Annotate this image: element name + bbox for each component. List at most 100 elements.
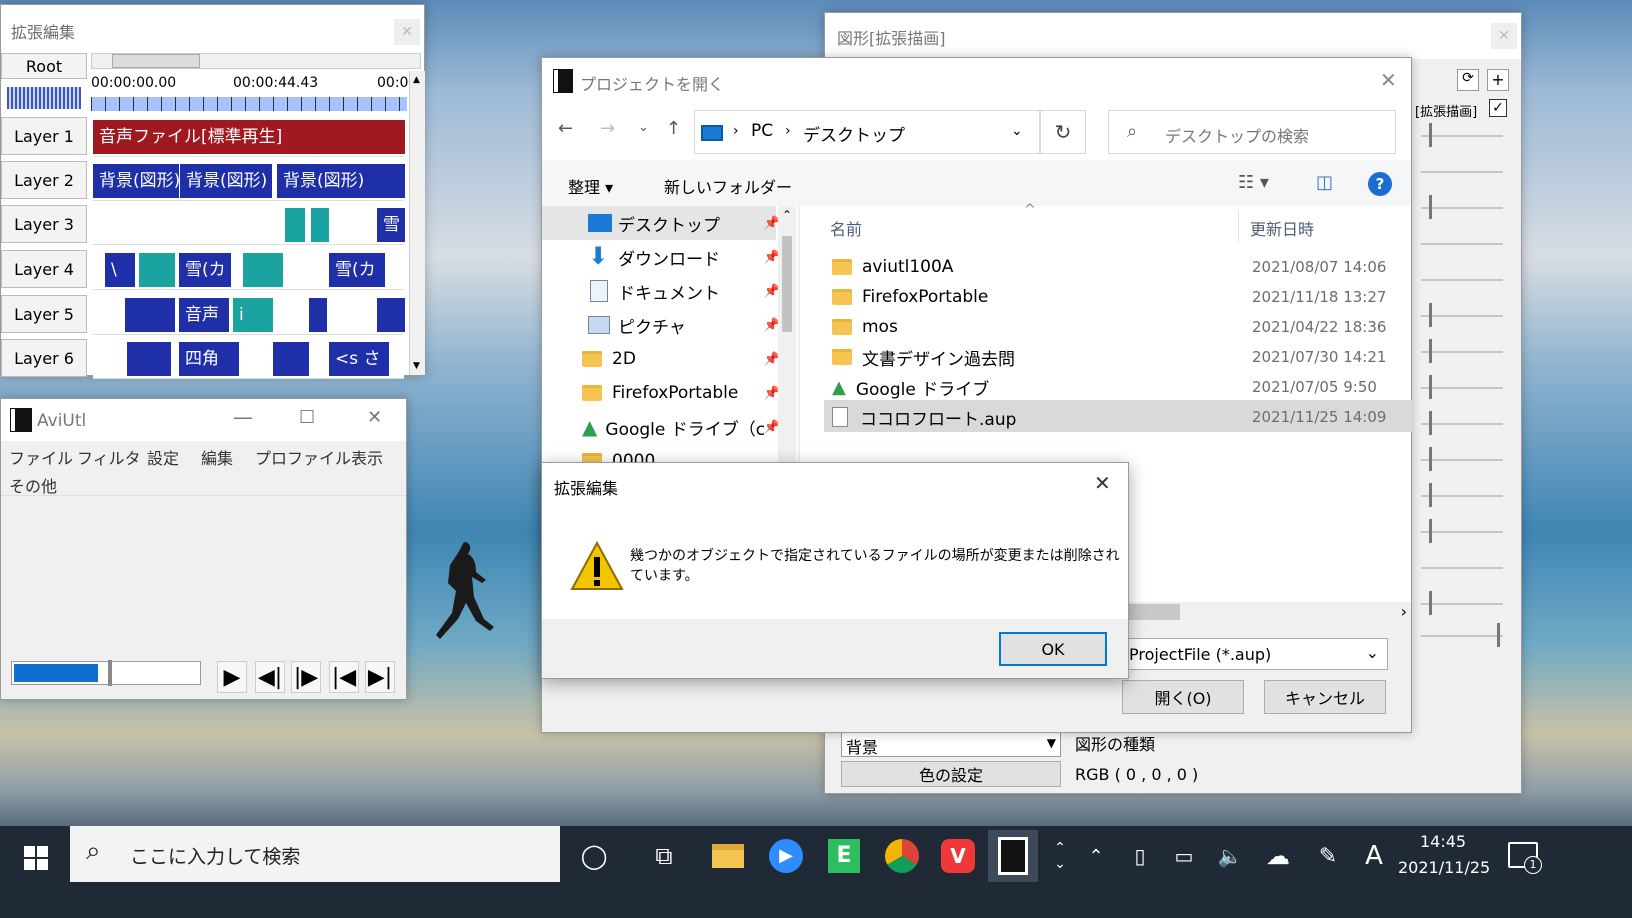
scroll-thumb[interactable] [112, 54, 200, 68]
clip-bg-1[interactable]: 背景(図形) [93, 164, 179, 198]
battery-icon[interactable]: ▭ [1164, 836, 1204, 876]
slider-knob[interactable] [1429, 411, 1432, 435]
scroll-up-arrow-icon[interactable]: ▲ [413, 75, 420, 85]
file-explorer-icon[interactable] [708, 836, 748, 876]
clip-6a[interactable] [127, 342, 171, 376]
next-frame-button[interactable]: |▶ [291, 661, 321, 693]
go-start-button[interactable]: |◀ [329, 661, 359, 693]
organize-button[interactable]: 整理 ▾ [568, 174, 613, 198]
preview-pane-icon[interactable]: ◫ [1316, 172, 1333, 193]
layer-button-2[interactable]: Layer 2 [1, 161, 87, 199]
clip-6b[interactable] [273, 342, 309, 376]
clip-5a[interactable] [125, 298, 175, 332]
clip-bg-2[interactable]: 背景(図形) [180, 164, 272, 198]
menu-view[interactable]: 表示 [351, 445, 383, 469]
start-button[interactable] [12, 836, 60, 880]
history-chevron-icon[interactable]: ⌄ [638, 120, 649, 135]
nav-item-downloads[interactable]: ⬇ ダウンロード [582, 240, 720, 274]
param-slider[interactable] [1421, 135, 1503, 137]
taskbar-search[interactable]: ⌕ ここに入力して検索 [70, 826, 560, 882]
nav-item-0000[interactable]: 0000 [582, 444, 655, 464]
clip-snow-3[interactable]: 雪 [377, 208, 405, 242]
file-list-hscroll[interactable]: › [1128, 602, 1411, 622]
param-slider[interactable] [1421, 387, 1503, 389]
layer-button-1[interactable]: Layer 1 [1, 117, 87, 155]
zoom-icon[interactable]: ▶ [766, 836, 806, 876]
close-button[interactable]: ✕ [1491, 23, 1517, 49]
go-end-button[interactable]: ▶| [365, 661, 395, 693]
clip-snow-4a[interactable]: 雪(カ [179, 253, 231, 287]
cortana-icon[interactable]: ◯ [574, 836, 614, 876]
breadcrumb-pc[interactable]: PC [751, 121, 773, 141]
slider-knob[interactable] [1429, 123, 1432, 147]
new-folder-button[interactable]: 新しいフォルダー [664, 174, 792, 198]
param-slider[interactable] [1421, 531, 1503, 533]
up-arrow-icon[interactable]: ↑ [666, 118, 681, 139]
scroll-thumb[interactable] [1128, 604, 1180, 620]
nav-scrollbar[interactable]: ⌃ [778, 206, 796, 464]
param-slider[interactable] [1421, 207, 1503, 209]
aviutl-taskbar-icon[interactable] [988, 830, 1038, 882]
tray-chevron-icon[interactable]: ⌃ [1076, 836, 1116, 876]
param-slider[interactable] [1421, 315, 1503, 317]
add-icon[interactable]: + [1487, 69, 1509, 91]
cancel-button[interactable]: キャンセル [1264, 680, 1386, 714]
scroll-down-arrow-icon[interactable]: ▼ [413, 361, 420, 371]
clip-teal-4a[interactable] [139, 253, 175, 287]
scroll-thumb[interactable] [782, 236, 792, 332]
slider-knob[interactable] [1429, 591, 1432, 615]
column-divider[interactable] [1238, 210, 1239, 242]
clip-s[interactable]: <s さ [329, 342, 389, 376]
onedrive-icon[interactable]: ☁ [1258, 836, 1298, 876]
timeline-ruler[interactable]: 00:00:00.00 00:00:44.43 00:0 [91, 71, 408, 117]
clip-v[interactable]: \ [105, 253, 135, 287]
layer-button-6[interactable]: Layer 6 [1, 339, 87, 377]
close-icon[interactable]: ✕ [1380, 68, 1397, 92]
file-type-select[interactable]: ProjectFile (*.aup) ⌄ [1126, 638, 1388, 670]
horizontal-scrollbar[interactable] [91, 53, 421, 69]
task-view-icon[interactable]: ⧉ [644, 836, 684, 876]
clip-teal-4b[interactable] [243, 253, 283, 287]
clip-snow-4b[interactable]: 雪(カ [329, 253, 385, 287]
help-icon[interactable]: ? [1368, 172, 1392, 196]
ext-draw-checkbox[interactable]: ✓ [1489, 99, 1507, 117]
slider-knob[interactable] [1429, 447, 1432, 471]
root-button[interactable]: Root [1, 53, 87, 79]
open-button[interactable]: 開く(O) [1122, 680, 1244, 714]
param-slider[interactable] [1421, 171, 1503, 173]
scroll-right-arrow-icon[interactable]: › [1401, 602, 1407, 621]
scroll-up-arrow-icon[interactable]: ⌃ [782, 208, 792, 222]
nav-item-firefox[interactable]: FirefoxPortable [582, 376, 738, 410]
param-slider[interactable] [1421, 635, 1503, 637]
menu-file[interactable]: ファイル [9, 445, 73, 469]
clip-5d[interactable] [377, 298, 405, 332]
evernote-icon[interactable]: E [824, 836, 864, 876]
slider-knob[interactable] [1429, 195, 1432, 219]
slider-knob[interactable] [1497, 623, 1500, 647]
breadcrumb-desktop[interactable]: デスクトップ [803, 121, 905, 146]
vivaldi-icon[interactable]: V [938, 836, 978, 876]
slider-knob[interactable] [1429, 303, 1432, 327]
layer-button-5[interactable]: Layer 5 [1, 295, 87, 333]
prev-frame-button[interactable]: ◀| [255, 661, 285, 693]
back-arrow-icon[interactable]: ← [558, 118, 573, 139]
ime-indicator[interactable]: A [1354, 836, 1394, 876]
clip-5b[interactable]: i [233, 298, 273, 332]
nav-item-gdrive[interactable]: ▲ Google ドライブ（c [582, 410, 765, 444]
clip-square[interactable]: 四角 [179, 342, 239, 376]
param-slider[interactable] [1421, 567, 1503, 569]
param-slider[interactable] [1421, 423, 1503, 425]
param-slider[interactable] [1421, 495, 1503, 497]
clip-5c[interactable] [309, 298, 327, 332]
slider-knob[interactable] [1429, 519, 1432, 543]
column-header-name[interactable]: 名前 [830, 216, 862, 240]
param-slider[interactable] [1421, 351, 1503, 353]
clip-small-a[interactable] [285, 208, 305, 242]
file-row[interactable]: 文書デザイン過去問 2021/07/30 14:21 [832, 342, 1412, 372]
file-row[interactable]: aviutl100A 2021/08/07 14:06 [832, 252, 1412, 282]
play-button[interactable]: ▶ [217, 661, 247, 693]
file-row[interactable]: FirefoxPortable 2021/11/18 13:27 [832, 282, 1412, 312]
param-slider[interactable] [1421, 459, 1503, 461]
view-options-icon[interactable]: ☷ ▾ [1238, 172, 1269, 193]
seek-thumb[interactable] [108, 660, 112, 686]
